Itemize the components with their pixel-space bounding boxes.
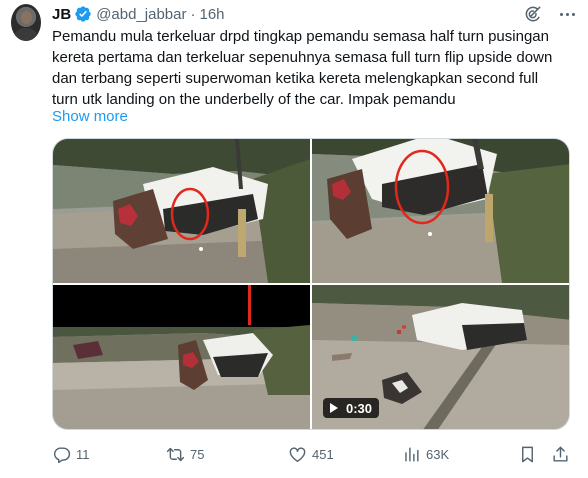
more-icon[interactable] bbox=[555, 2, 579, 26]
show-more-link[interactable]: Show more bbox=[52, 107, 128, 127]
retweet-count: 75 bbox=[190, 446, 205, 462]
more-dot bbox=[565, 12, 569, 16]
crash-frame-image bbox=[53, 285, 310, 429]
like-count: 451 bbox=[312, 446, 334, 462]
video-duration-badge[interactable]: 0:30 bbox=[323, 398, 379, 418]
more-dot bbox=[559, 12, 563, 16]
author-name[interactable]: JB bbox=[52, 6, 71, 23]
avatar[interactable] bbox=[11, 4, 41, 41]
views-count: 63K bbox=[426, 446, 450, 462]
crash-frame-image bbox=[312, 139, 569, 283]
author-handle[interactable]: @abd_jabbar bbox=[96, 6, 186, 23]
views-icon bbox=[405, 446, 419, 462]
reply-icon bbox=[53, 446, 71, 463]
reply-button[interactable]: 11 bbox=[52, 443, 90, 465]
grok-icon[interactable] bbox=[523, 4, 543, 24]
avatar-face bbox=[21, 11, 32, 24]
bookmark-icon bbox=[522, 446, 533, 462]
reply-count: 11 bbox=[76, 446, 90, 462]
media-frame-2[interactable] bbox=[312, 139, 569, 283]
tweet-time[interactable]: 16h bbox=[199, 6, 224, 23]
crash-frame-image bbox=[53, 139, 310, 283]
tweet-header: JB @abd_jabbar · 16h bbox=[52, 3, 225, 25]
avatar-shirt bbox=[13, 28, 39, 41]
media-frame-3[interactable] bbox=[53, 285, 310, 429]
like-icon bbox=[289, 446, 306, 462]
more-dot bbox=[571, 12, 575, 16]
tweet-text-line: kereta pertama dan terkeluar sepenuhnya … bbox=[52, 49, 553, 66]
verified-badge-icon bbox=[75, 6, 91, 22]
tweet-text-line: Pemandu mula terkeluar drpd tingkap pema… bbox=[52, 28, 549, 45]
video-duration: 0:30 bbox=[346, 400, 373, 416]
retweet-icon bbox=[166, 447, 185, 461]
retweet-button[interactable]: 75 bbox=[166, 443, 204, 465]
like-button[interactable]: 451 bbox=[288, 443, 334, 465]
media-grid[interactable] bbox=[52, 138, 570, 430]
views-button[interactable]: 63K bbox=[402, 443, 449, 465]
tweet: JB @abd_jabbar · 16h Pemandu mula terkel… bbox=[0, 0, 588, 478]
play-icon bbox=[330, 403, 338, 413]
tweet-text: Pemandu mula terkeluar drpd tingkap pema… bbox=[52, 26, 572, 110]
media-frame-1[interactable] bbox=[53, 139, 310, 283]
tweet-text-line: turn utk landing on the underbelly of th… bbox=[52, 91, 456, 108]
share-icon bbox=[553, 446, 568, 462]
tweet-text-line: dan terbang seperti superwoman ketika ke… bbox=[52, 70, 539, 87]
separator-dot: · bbox=[190, 5, 196, 23]
bookmark-button[interactable] bbox=[518, 443, 537, 465]
share-button[interactable] bbox=[551, 443, 570, 465]
